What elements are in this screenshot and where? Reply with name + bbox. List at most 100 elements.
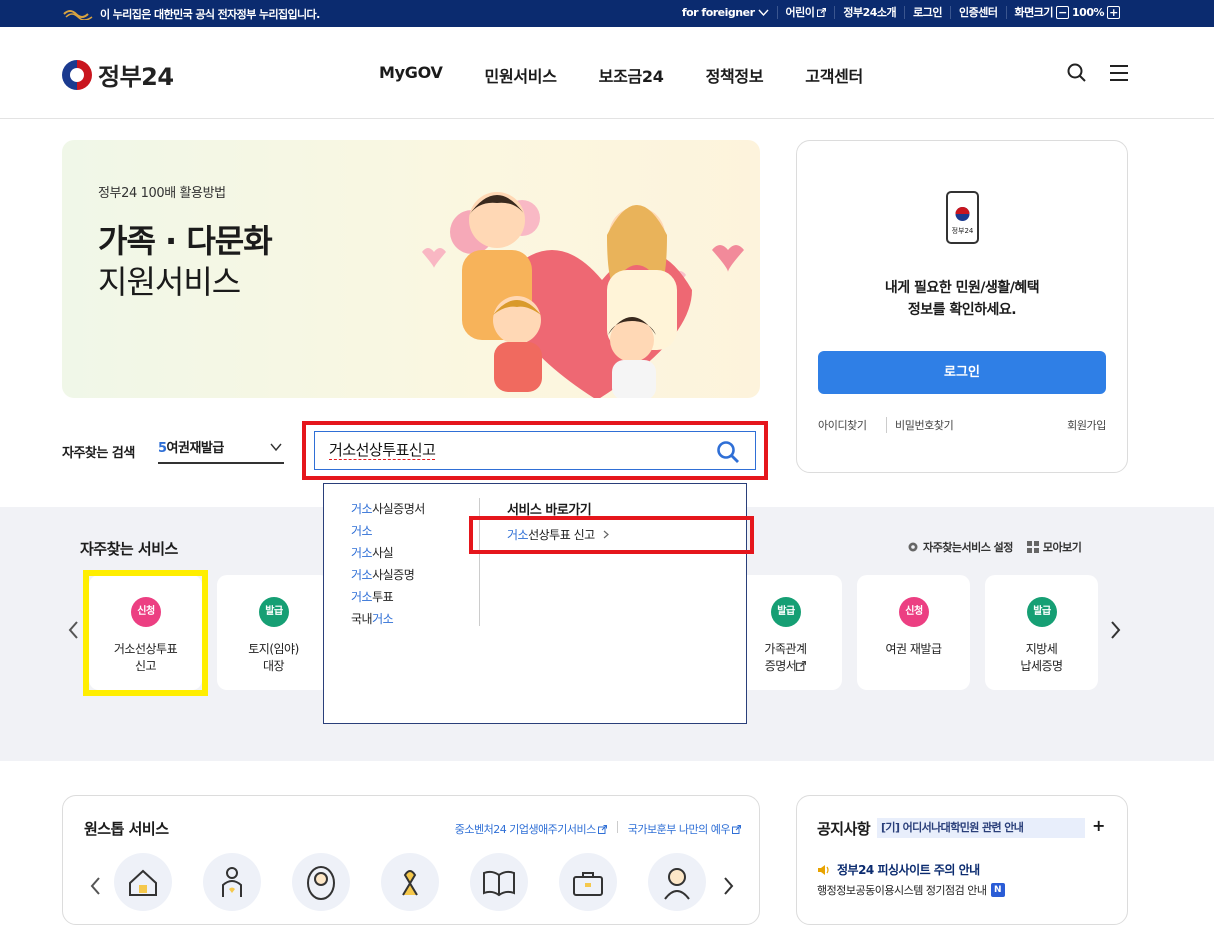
carousel-prev-icon[interactable] [66, 620, 82, 640]
frequent-services-title: 자주찾는 서비스 [80, 540, 178, 558]
selected-card-highlight [83, 570, 208, 696]
search-input[interactable]: 거소선상투표신고 [314, 431, 756, 470]
frequent-search-term: 여권재발급 [166, 441, 225, 456]
phishing-alert-link[interactable]: 정부24 피싱사이트 주의 안내 [817, 861, 980, 878]
suggestion-item[interactable]: 거소사실증명서 [351, 498, 425, 520]
external-link-icon [817, 8, 827, 17]
carousel-next-icon[interactable] [1107, 620, 1123, 640]
header-tools [1066, 63, 1130, 83]
issue-badge: 발급 [771, 597, 801, 627]
link-separator [616, 821, 618, 833]
suggestion-item[interactable]: 거소 [351, 520, 425, 542]
frequent-services-settings[interactable]: 자주찾는서비스 설정 [907, 539, 1013, 555]
login-button[interactable]: 로그인 [818, 351, 1106, 394]
frequent-search-rank: 5 [158, 441, 167, 456]
suggestion-item[interactable]: 거소사실증명 [351, 564, 425, 586]
house-icon[interactable] [114, 853, 172, 911]
search-query-text: 거소선상투표신고 [329, 441, 436, 460]
gov-mark-icon [63, 10, 93, 20]
frequent-services-tools: 자주찾는서비스 설정 모아보기 [907, 539, 1082, 555]
site-header: 정부24 MyGOV 민원서비스 보조금24 정책정보 고객센터 [0, 27, 1214, 119]
ribbon-icon[interactable] [381, 853, 439, 911]
pregnancy-icon[interactable] [203, 853, 261, 911]
notice-ticker[interactable]: [기] 어디서나대학민원 관련 안내 [877, 818, 1085, 838]
gov-notice: 이 누리집은 대한민국 공식 전자정부 누리집입니다. [62, 6, 320, 22]
for-foreigner-link[interactable]: for foreigner [674, 6, 777, 19]
search-submit-icon[interactable] [716, 440, 740, 464]
banner-subtitle: 정부24 100배 활용방법 [98, 186, 226, 201]
mobile-phone-icon: 정부24 [946, 191, 979, 244]
suggestion-item[interactable]: 거소사실 [351, 542, 425, 564]
frequent-search-select[interactable]: 5여권재발급 [158, 436, 284, 464]
onestop-title: 원스톱 서비스 [84, 820, 169, 838]
nav-policy-info[interactable]: 정책정보 [685, 63, 785, 87]
zoom-in-button[interactable]: + [1107, 6, 1120, 19]
gear-icon [908, 542, 918, 552]
login-link[interactable]: 로그인 [904, 6, 950, 19]
search-highlight-box: 거소선상투표신고 [302, 421, 768, 480]
screen-size-control: 화면크기 − 100% + [1005, 6, 1128, 19]
onestop-next-icon[interactable] [721, 876, 735, 896]
suggestion-item[interactable]: 거소투표 [351, 586, 425, 608]
service-card-label: 지방세 납세증명 [1020, 642, 1063, 673]
notice-title: 공지사항 [817, 820, 871, 838]
baby-icon[interactable] [292, 853, 350, 911]
chevron-down-icon [757, 9, 769, 16]
suggestion-list: 거소사실증명서 거소 거소사실 거소사실증명 거소투표 국내거소 [351, 498, 425, 630]
view-all-button[interactable]: 모아보기 [1026, 539, 1082, 555]
find-password-link[interactable]: 비밀번호찾기 [886, 417, 954, 433]
nav-mygov[interactable]: MyGOV [358, 63, 464, 87]
notice-item[interactable]: 행정정보공동이용시스템 정기점검 안내 N [817, 882, 1005, 898]
notice-panel: 공지사항 [기] 어디서나대학민원 관련 안내 + 정부24 피싱사이트 주의 … [796, 795, 1128, 925]
phishing-alert-text: 정부24 피싱사이트 주의 안내 [837, 863, 980, 877]
cert-center-link[interactable]: 인증센터 [950, 6, 1005, 19]
service-card[interactable]: 발급 지방세 납세증명 [985, 575, 1098, 690]
taegeuk-logo-icon [62, 59, 92, 90]
service-card-label: 토지(임야) 대장 [248, 642, 299, 673]
search-icon[interactable] [1066, 63, 1088, 83]
veterans-link[interactable]: 국가보훈부 나만의 예우 [628, 821, 741, 837]
settings-label: 자주찾는서비스 설정 [923, 541, 1013, 554]
menu-icon[interactable] [1108, 63, 1130, 83]
view-all-label: 모아보기 [1042, 541, 1082, 554]
site-logo[interactable]: 정부24 [62, 57, 174, 92]
external-link-icon [597, 824, 607, 834]
frequent-search-label: 자주찾는 검색 [62, 446, 135, 461]
briefcase-icon[interactable] [559, 853, 617, 911]
family-illustration [422, 192, 744, 398]
logo-text: 정부24 [98, 63, 174, 91]
gov-top-bar: 이 누리집은 대한민국 공식 전자정부 누리집입니다. for foreigne… [0, 0, 1214, 27]
notice-more-icon[interactable]: + [1092, 816, 1105, 835]
login-prompt-line2: 정보를 확인하세요. [907, 302, 1017, 318]
about-link[interactable]: 정부24소개 [834, 6, 904, 19]
signup-link[interactable]: 회원가입 [1067, 417, 1106, 433]
utility-menu: for foreigner 어린이 정부24소개 로그인 인증센터 화면크기 −… [674, 6, 1128, 19]
nav-civil-service[interactable]: 민원서비스 [464, 63, 578, 87]
svg-text:정부24: 정부24 [952, 226, 974, 235]
nav-customer-center[interactable]: 고객센터 [784, 63, 884, 87]
service-card[interactable]: 신청 여권 재발급 [857, 575, 970, 690]
sme24-link[interactable]: 중소벤처24 기업생애주기서비스 [455, 821, 607, 837]
suggestion-item[interactable]: 국내거소 [351, 608, 425, 630]
book-icon[interactable] [470, 853, 528, 911]
gov-notice-text: 이 누리집은 대한민국 공식 전자정부 누리집입니다. [100, 8, 320, 21]
shortcut-highlight-box [469, 516, 754, 554]
login-prompt-line1: 내게 필요한 민원/생활/혜택 [884, 280, 1040, 296]
login-card: 정부24 내게 필요한 민원/생활/혜택 정보를 확인하세요. 로그인 아이디찾… [796, 140, 1128, 473]
service-card-label: 여권 재발급 [885, 642, 942, 656]
onestop-prev-icon[interactable] [89, 876, 103, 896]
zoom-level: 100% [1072, 6, 1104, 19]
issue-badge: 발급 [1027, 597, 1057, 627]
chevron-down-icon [270, 443, 282, 452]
main-nav: MyGOV 민원서비스 보조금24 정책정보 고객센터 [358, 63, 884, 87]
issue-badge: 발급 [259, 597, 289, 627]
onestop-services: 원스톱 서비스 중소벤처24 기업생애주기서비스 국가보훈부 나만의 예우 [62, 795, 760, 925]
nav-subsidy24[interactable]: 보조금24 [578, 63, 685, 87]
notice-item-text: 행정정보공동이용시스템 정기점검 안내 [817, 884, 987, 897]
kids-link[interactable]: 어린이 [776, 6, 835, 19]
main-banner[interactable]: 정부24 100배 활용방법 가족 · 다문화 지원서비스 [62, 140, 760, 398]
elderly-icon[interactable] [648, 853, 706, 911]
find-id-link[interactable]: 아이디찾기 [818, 417, 867, 433]
service-card[interactable]: 발급 토지(임야) 대장 [217, 575, 330, 690]
zoom-out-button[interactable]: − [1056, 6, 1070, 19]
